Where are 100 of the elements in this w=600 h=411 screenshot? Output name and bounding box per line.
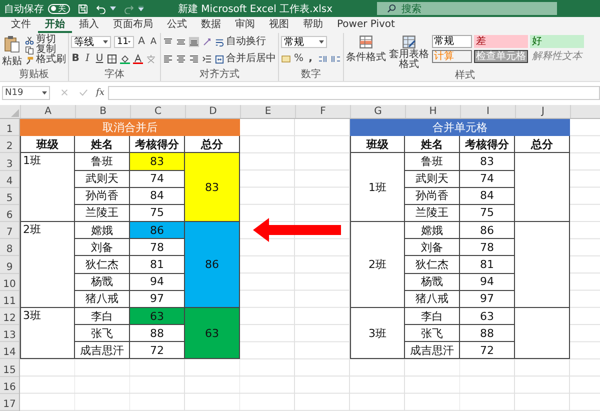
table-cell: 94	[460, 274, 515, 291]
percent-button[interactable]: %	[294, 53, 303, 65]
align-right-icon[interactable]	[189, 54, 199, 64]
row-header[interactable]: 7	[0, 222, 19, 240]
table-cell: 兰陵王	[75, 204, 130, 222]
column-header[interactable]: F	[295, 105, 350, 118]
align-middle-icon[interactable]	[176, 37, 186, 47]
row-header[interactable]: 12	[0, 308, 19, 326]
row-header[interactable]: 4	[0, 170, 19, 188]
align-bottom-icon[interactable]	[189, 37, 199, 47]
bold-button[interactable]: B	[71, 53, 80, 65]
paste-button[interactable]: 粘贴	[2, 35, 22, 68]
decrease-font-button[interactable]: A	[149, 36, 158, 48]
ribbon-tab[interactable]: 公式	[160, 17, 194, 33]
column-header[interactable]: G	[350, 105, 405, 118]
row-header[interactable]: 1	[0, 119, 19, 136]
underline-button[interactable]: U	[95, 53, 104, 65]
table-cell: 孙尚香	[75, 188, 130, 205]
column-header[interactable]: C	[130, 105, 185, 118]
format-painter-button[interactable]: 格式刷	[25, 55, 66, 65]
caret-icon[interactable]	[110, 6, 116, 11]
merged-cell: 86	[185, 222, 240, 308]
search-field[interactable]: 搜索	[376, 2, 557, 15]
table-cell: 74	[130, 170, 185, 188]
font-name-field[interactable]: 等线	[71, 36, 111, 48]
table-cell: 孙尚香	[405, 188, 460, 205]
row-header[interactable]: 14	[0, 342, 19, 360]
row-header[interactable]: 10	[0, 274, 19, 291]
row-header[interactable]: 9	[0, 256, 19, 274]
table-cell: 武则天	[405, 170, 460, 188]
ribbon-tab[interactable]: Power Pivot	[330, 17, 402, 33]
font-size-field[interactable]: 11	[114, 36, 134, 48]
number-format-field[interactable]: 常规	[281, 36, 327, 48]
row-header[interactable]: 8	[0, 239, 19, 256]
decrease-decimal-icon[interactable]	[331, 54, 341, 64]
comma-button[interactable]: ,	[306, 53, 315, 65]
row-header[interactable]: 17	[0, 394, 19, 411]
table-cell: 2班	[20, 222, 75, 308]
autosave-label: 自动保存	[4, 2, 44, 16]
group-label: 数字	[301, 69, 321, 81]
fill-color-icon[interactable]	[120, 54, 130, 64]
ribbon-tab[interactable]: 插入	[72, 17, 106, 33]
table-cell: 88	[460, 325, 515, 342]
font-color-icon[interactable]	[133, 54, 143, 64]
align-left-icon[interactable]	[163, 54, 173, 64]
increase-font-button[interactable]: A	[137, 36, 146, 48]
indent-icon[interactable]	[202, 54, 212, 64]
ribbon-tab[interactable]: 帮助	[296, 17, 330, 33]
align-center-icon[interactable]	[176, 54, 186, 64]
table-cell: 81	[130, 256, 185, 274]
orientation-icon[interactable]	[202, 37, 212, 47]
column-header[interactable]: H	[405, 105, 460, 118]
column-header[interactable]: E	[240, 105, 295, 118]
column-header[interactable]: I	[460, 105, 515, 118]
ribbon-tab[interactable]: 页面布局	[106, 17, 160, 33]
merged-cell	[515, 153, 570, 222]
conditional-formatting-button[interactable]: 条件格式	[346, 35, 386, 64]
column-header[interactable]: A	[20, 105, 75, 118]
table-cell: 75	[130, 204, 185, 222]
italic-button[interactable]: I	[83, 53, 92, 65]
name-box[interactable]: N19	[2, 86, 50, 100]
column-header[interactable]: J	[515, 105, 570, 118]
check-icon[interactable]	[79, 88, 88, 97]
row-header[interactable]: 3	[0, 153, 19, 171]
increase-decimal-icon[interactable]	[318, 54, 328, 64]
row-header[interactable]: 13	[0, 325, 19, 342]
cell-style-swatch[interactable]: 差	[474, 35, 528, 48]
row-header[interactable]: 16	[0, 376, 19, 394]
cell-style-swatch[interactable]: 好	[530, 35, 584, 48]
row-header[interactable]: 6	[0, 204, 19, 222]
merge-center-button[interactable]: 合并后居中	[215, 54, 276, 64]
row-header[interactable]: 11	[0, 290, 19, 308]
table-cell: 83	[460, 153, 515, 171]
undo-icon[interactable]	[96, 4, 106, 14]
row-header[interactable]: 2	[0, 136, 19, 154]
customize-caret-icon[interactable]	[138, 6, 144, 11]
merge-icon	[215, 54, 224, 64]
column-header[interactable]: D	[185, 105, 240, 118]
table-cell: 97	[460, 290, 515, 308]
save-icon[interactable]	[78, 4, 88, 14]
ribbon-tab[interactable]: 审阅	[228, 17, 262, 33]
autosave-toggle[interactable]: 关	[48, 4, 70, 14]
cut-button[interactable]: 剪切	[25, 35, 56, 45]
wrap-text-button[interactable]: 自动换行	[215, 37, 266, 47]
ribbon-tab[interactable]: 视图	[262, 17, 296, 33]
format-as-table-button[interactable]: 套用表格格式	[389, 35, 429, 70]
cell-style-swatch[interactable]: 常规	[432, 35, 472, 48]
borders-icon[interactable]	[107, 54, 117, 64]
table-cell: 成吉思汗	[405, 342, 460, 360]
caret-icon	[42, 90, 47, 94]
ribbon-tab[interactable]: 数据	[194, 17, 228, 33]
row-header[interactable]: 15	[0, 359, 19, 377]
copy-button[interactable]: 复制	[25, 45, 56, 55]
column-header[interactable]: B	[75, 105, 130, 118]
ribbon-tab[interactable]: 文件	[4, 17, 38, 33]
table-cell: 72	[460, 342, 515, 360]
row-header[interactable]: 5	[0, 188, 19, 205]
insert-function-button[interactable]: fx	[96, 88, 104, 98]
redo-icon[interactable]	[124, 4, 134, 14]
formula-input[interactable]	[108, 86, 600, 100]
